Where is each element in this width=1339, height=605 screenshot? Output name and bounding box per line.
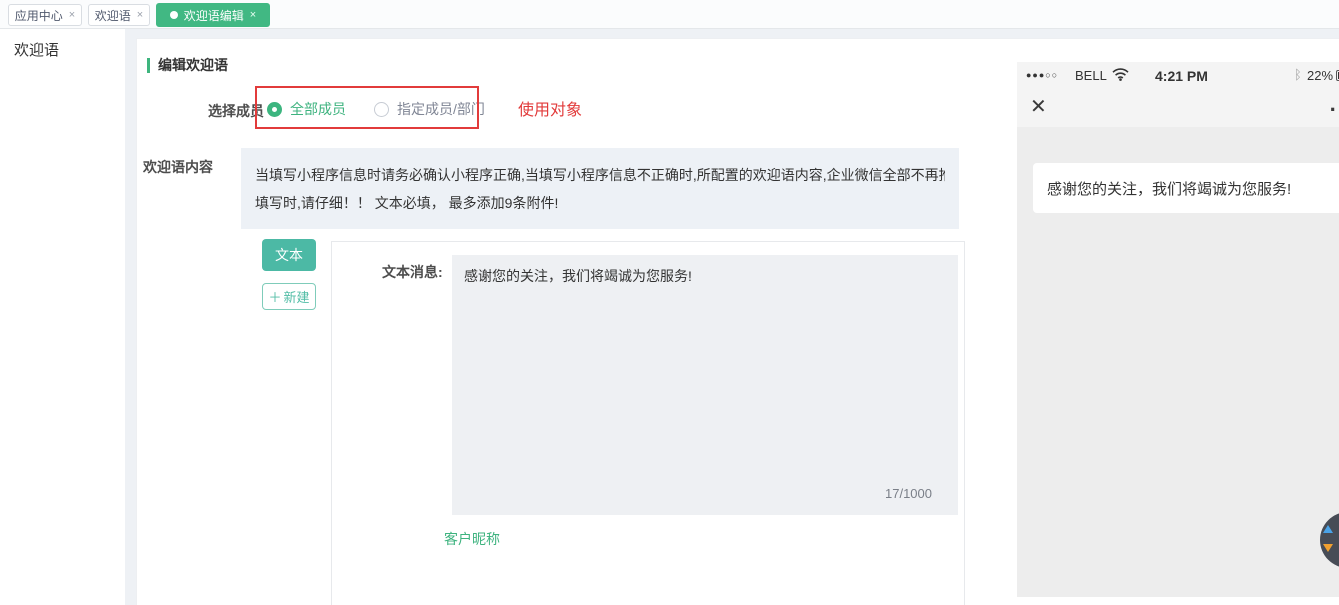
tab-welcome[interactable]: 欢迎语 ×: [88, 4, 150, 26]
active-dot-icon: [170, 11, 178, 19]
notice-box: 当填写小程序信息时请务必确认小程序正确,当填写小程序信息不正确时,所配置的欢迎语…: [241, 148, 959, 229]
char-counter: 17/1000: [885, 483, 932, 505]
page-background: [125, 29, 1339, 38]
tab-label: 应用中心: [15, 7, 63, 24]
sidebar: 欢迎语: [0, 29, 125, 605]
close-icon[interactable]: ✕: [1030, 97, 1047, 117]
battery-percent-label: 22%: [1307, 68, 1333, 83]
notice-line: 当填写小程序信息时请务必确认小程序正确,当填写小程序信息不正确时,所配置的欢迎语…: [255, 161, 945, 189]
message-label: 文本消息:: [382, 262, 443, 282]
add-new-button[interactable]: ＋ 新建: [262, 283, 316, 310]
more-menu-icon[interactable]: ·: [1330, 97, 1337, 123]
tab-label: 欢迎语编辑: [184, 7, 244, 24]
phone-status-bar: ●●●○○ BELL 4:21 PM ᛒ 22%: [1017, 62, 1339, 89]
clock-label: 4:21 PM: [1155, 68, 1208, 84]
notice-line: 填写时,请仔细！！ 文本必填， 最多添加9条附件!: [255, 189, 945, 217]
page-title: 编辑欢迎语: [158, 55, 228, 75]
message-textarea[interactable]: 感谢您的关注，我们将竭诚为您服务! 17/1000: [452, 255, 958, 515]
content-label: 欢迎语内容: [143, 157, 213, 177]
tab-close-icon[interactable]: ×: [137, 10, 143, 21]
section-header: 编辑欢迎语: [147, 55, 228, 75]
message-editor-panel: 文本消息: 感谢您的关注，我们将竭诚为您服务! 17/1000 客户昵称: [331, 241, 965, 605]
customer-nickname-link[interactable]: 客户昵称: [444, 529, 500, 549]
tab-close-icon[interactable]: ×: [69, 10, 75, 21]
carrier-label: BELL: [1075, 68, 1107, 83]
orange-arrow-icon: [1323, 544, 1333, 552]
tab-close-icon[interactable]: ×: [250, 10, 256, 21]
tab-label: 欢迎语: [95, 7, 131, 24]
signal-strength-icon: ●●●○○: [1026, 70, 1058, 80]
message-text: 感谢您的关注，我们将竭诚为您服务!: [464, 268, 692, 284]
phone-nav-bar: ✕ ·: [1017, 89, 1339, 127]
phone-preview: ●●●○○ BELL 4:21 PM ᛒ 22% ✕ · 感谢您的关注，我们将竭…: [1017, 62, 1339, 597]
text-type-button[interactable]: 文本: [262, 239, 316, 271]
plus-icon: ＋: [268, 287, 281, 306]
bluetooth-icon: ᛒ: [1294, 67, 1302, 82]
tab-bar: 应用中心 × 欢迎语 × 欢迎语编辑 ×: [0, 0, 1339, 29]
page-gutter: [125, 29, 136, 605]
chat-preview-area: 感谢您的关注，我们将竭诚为您服务!: [1017, 127, 1339, 597]
app-window: 应用中心 × 欢迎语 × 欢迎语编辑 × 欢迎语 编辑欢迎语 选择成员 全部成员: [0, 0, 1339, 605]
section-accent-bar: [147, 58, 150, 73]
sidebar-item-welcome[interactable]: 欢迎语: [14, 39, 59, 60]
tab-app-center[interactable]: 应用中心 ×: [8, 4, 82, 26]
blue-arrow-icon: [1323, 525, 1333, 533]
message-bubble: 感谢您的关注，我们将竭诚为您服务!: [1033, 163, 1339, 213]
annotation-text: 使用对象: [518, 96, 582, 120]
tab-welcome-edit[interactable]: 欢迎语编辑 ×: [156, 3, 270, 27]
add-new-label: 新建: [284, 287, 310, 306]
wifi-icon: [1112, 68, 1129, 86]
annotation-highlight-box: [255, 86, 479, 129]
